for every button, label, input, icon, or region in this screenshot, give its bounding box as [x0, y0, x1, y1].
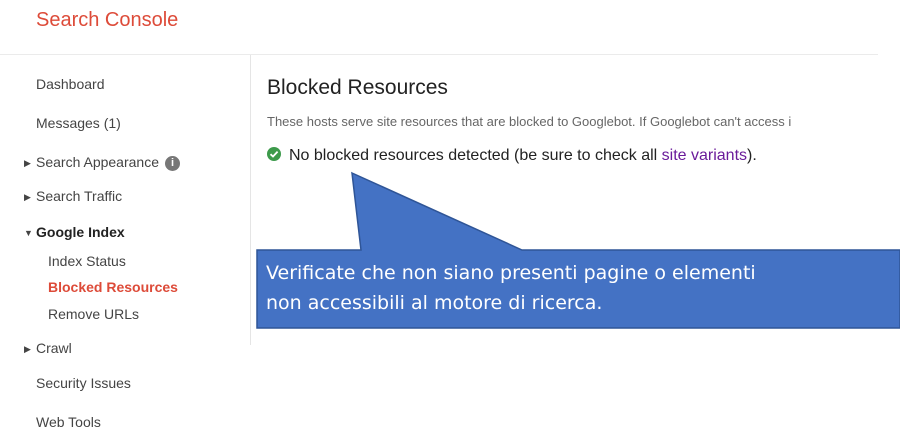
callout-text: Verificate che non siano presenti pagine…: [266, 258, 878, 318]
callout-line: non accessibili al motore di ricerca.: [266, 292, 603, 314]
callout-line: Verificate che non siano presenti pagine…: [266, 262, 756, 284]
callout-shape: [256, 171, 900, 329]
